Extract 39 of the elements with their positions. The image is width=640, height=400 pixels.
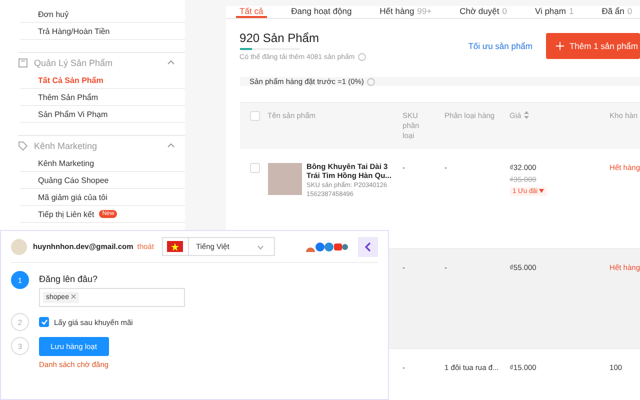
close-icon[interactable] (70, 294, 76, 299)
step-label: Đăng lên đâu? (39, 274, 99, 284)
tab[interactable]: Hết hàng 99+ (376, 6, 436, 18)
check-icon (40, 319, 48, 325)
tab[interactable]: Tất cả (236, 6, 268, 18)
avatar (11, 238, 27, 254)
social-icons-drawing[interactable] (306, 242, 348, 252)
tab[interactable]: Đang hoạt động (287, 6, 356, 18)
tab[interactable]: Chờ duyệt 0 (456, 6, 511, 18)
back-button[interactable] (358, 236, 378, 256)
sidebar-item[interactable]: Sản Phẩm Vi Phạm (20, 106, 185, 123)
caret-icon (256, 245, 264, 250)
add-product-button[interactable]: Thêm 1 sản phẩm (546, 33, 640, 59)
caret-icon (539, 189, 544, 193)
optimize-link[interactable]: Tối ưu sản phẩm (468, 41, 532, 51)
checkbox[interactable] (39, 317, 49, 327)
tag-icon (18, 140, 28, 150)
photo-placeholder (268, 163, 302, 195)
sidebar-item[interactable]: Đơn huỷ (20, 6, 185, 23)
flag-icon (167, 241, 184, 252)
sidebar-section-title: Quản Lý Sản Phẩm (34, 58, 114, 68)
sidebar-item[interactable]: Kênh Marketing (20, 155, 185, 172)
sidebar-section-title: Kênh Marketing (34, 140, 98, 150)
plus-icon (556, 42, 564, 50)
chevron-left-icon (365, 242, 371, 252)
tab[interactable]: Vi phạm 1 (530, 6, 578, 18)
chevron-up-icon[interactable] (166, 60, 175, 65)
chevron-up-icon[interactable] (166, 143, 175, 148)
select-all-checkbox[interactable] (250, 111, 260, 121)
sidebar-item[interactable]: Mã giảm giá của tôi (20, 189, 185, 206)
sidebar-item[interactable]: Tất Cả Sản Phẩm (20, 72, 185, 89)
sort-icon[interactable] (524, 111, 530, 119)
box-icon (18, 58, 28, 68)
product-count-title: 920 Sản Phẩm (240, 31, 320, 45)
sidebar-item[interactable]: Quảng Cáo Shopee (20, 172, 185, 189)
tab[interactable]: Đã ẩn 0 (598, 6, 636, 18)
row-checkbox[interactable] (250, 163, 260, 173)
sidebar-item[interactable]: Trả Hàng/Hoàn Tiền (20, 23, 185, 40)
sidebar-item[interactable]: Thêm Sản Phẩm (20, 89, 185, 106)
